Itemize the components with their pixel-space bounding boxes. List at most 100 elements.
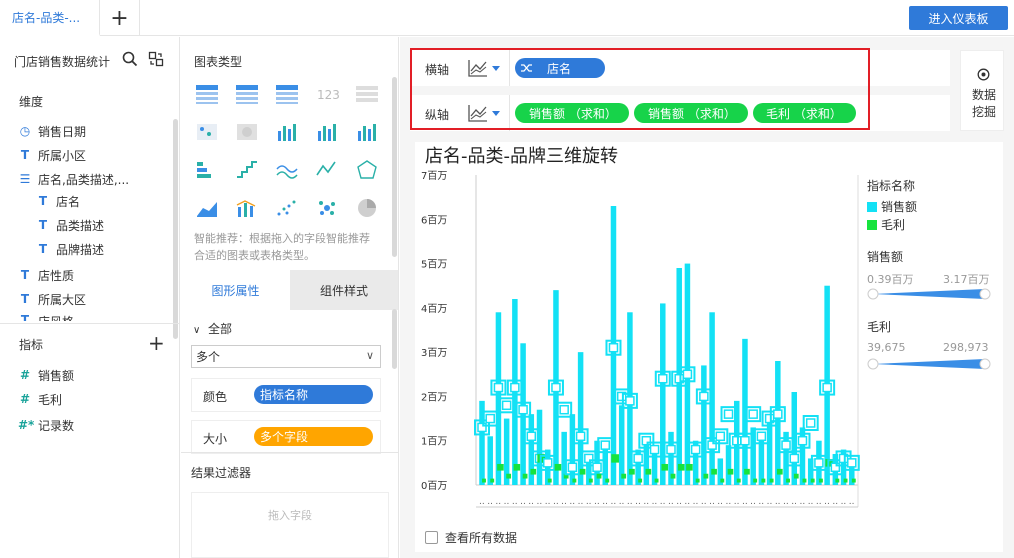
view-all-data-checkbox[interactable]: 查看所有数据: [425, 529, 517, 546]
enter-dashboard-button[interactable]: 进入仪表板: [909, 6, 1008, 30]
line-chart-icon[interactable]: [315, 159, 339, 181]
dimension-field[interactable]: T 所属大区: [18, 289, 86, 309]
profit-mark[interactable]: [547, 478, 552, 483]
bar-chart-icon[interactable]: [315, 121, 339, 143]
multi-line-icon[interactable]: [275, 159, 299, 181]
combo-chart-icon[interactable]: [235, 197, 259, 219]
sales-bar[interactable]: [487, 436, 493, 485]
dimension-field[interactable]: T 店性质: [18, 265, 74, 285]
add-measure-button[interactable]: +: [148, 331, 165, 355]
profit-mark[interactable]: [793, 473, 799, 479]
profit-mark[interactable]: [645, 468, 652, 475]
profit-mark[interactable]: [588, 478, 593, 483]
list-icon[interactable]: [355, 83, 379, 105]
profit-mark[interactable]: [727, 468, 734, 475]
tab-graphic-properties[interactable]: 图形属性: [181, 270, 290, 310]
profit-mark[interactable]: [769, 478, 774, 483]
profit-mark[interactable]: [638, 478, 643, 483]
add-tab-button[interactable]: +: [100, 0, 140, 36]
profit-mark[interactable]: [720, 478, 725, 483]
bubble-chart-icon[interactable]: [315, 197, 339, 219]
sales-bar[interactable]: [701, 365, 707, 485]
profit-mark[interactable]: [711, 468, 717, 475]
profit-mark[interactable]: [579, 468, 586, 475]
pie-chart-icon[interactable]: [355, 197, 379, 219]
dimension-scrollbar[interactable]: [173, 119, 178, 339]
sales-bar[interactable]: [725, 445, 732, 485]
step-chart-icon[interactable]: [235, 159, 259, 181]
dimension-field[interactable]: T 店名: [36, 191, 80, 211]
chart-type-scrollbar[interactable]: [392, 77, 397, 257]
grouped-bar-icon[interactable]: [275, 121, 299, 143]
size-field-pill[interactable]: 多个字段: [254, 427, 373, 446]
sales-bar[interactable]: [775, 361, 781, 485]
switch-dataset-icon[interactable]: [148, 51, 164, 67]
data-mining-button[interactable]: 数据挖掘: [960, 50, 1004, 131]
measure-field[interactable]: #* 记录数: [18, 415, 74, 435]
profit-mark[interactable]: [776, 468, 783, 475]
radar-chart-icon[interactable]: [355, 159, 379, 181]
profit-mark[interactable]: [677, 463, 685, 471]
profit-mark[interactable]: [629, 468, 635, 475]
sales-bar[interactable]: [660, 303, 666, 485]
legend-item-sales[interactable]: 销售额: [867, 198, 917, 215]
size-legend-slider-profit[interactable]: [867, 356, 991, 372]
dot-map-icon[interactable]: [195, 121, 219, 143]
profit-mark[interactable]: [835, 478, 840, 483]
profit-mark[interactable]: [843, 478, 848, 483]
profit-mark[interactable]: [654, 478, 659, 483]
crosstab-icon[interactable]: [235, 83, 259, 105]
mark-type-select[interactable]: 多个 ∨: [191, 345, 381, 368]
profit-mark[interactable]: [611, 454, 620, 463]
profit-mark[interactable]: [572, 478, 577, 483]
table-icon[interactable]: [195, 83, 219, 105]
profit-mark[interactable]: [506, 473, 512, 479]
profit-mark[interactable]: [786, 478, 790, 483]
kpi-icon[interactable]: 123: [315, 83, 340, 105]
filter-drop-zone[interactable]: 拖入字段: [191, 492, 389, 558]
profit-mark[interactable]: [818, 478, 823, 483]
sales-bar[interactable]: [536, 409, 543, 485]
stacked-bar-icon[interactable]: [195, 159, 219, 181]
dimension-field[interactable]: T 店风格: [18, 313, 74, 321]
profit-mark[interactable]: [744, 468, 750, 475]
profit-mark[interactable]: [686, 463, 693, 471]
profit-mark[interactable]: [490, 478, 495, 483]
profit-mark[interactable]: [554, 463, 562, 471]
profit-mark[interactable]: [695, 478, 700, 483]
profit-mark[interactable]: [661, 463, 669, 471]
profit-mark[interactable]: [482, 478, 486, 483]
profit-mark[interactable]: [497, 463, 504, 471]
profit-mark[interactable]: [530, 468, 537, 475]
profit-mark[interactable]: [851, 478, 856, 483]
tab-component-style[interactable]: 组件样式: [290, 270, 398, 310]
measure-field[interactable]: # 毛利: [18, 389, 62, 409]
profit-mark[interactable]: [513, 463, 521, 471]
sales-bar[interactable]: [709, 312, 715, 485]
sales-bar[interactable]: [758, 440, 765, 485]
measure-field[interactable]: # 销售额: [18, 365, 74, 385]
sales-bar[interactable]: [618, 405, 625, 485]
scatter-chart-icon[interactable]: [275, 197, 299, 219]
profit-mark[interactable]: [753, 478, 758, 483]
color-field-pill[interactable]: 指标名称: [254, 385, 373, 404]
profit-mark[interactable]: [621, 473, 627, 479]
dimension-field[interactable]: T 所属小区: [18, 145, 86, 165]
profit-mark[interactable]: [703, 473, 709, 479]
profit-mark[interactable]: [605, 478, 610, 483]
heat-map-icon[interactable]: [235, 121, 259, 143]
all-group-toggle[interactable]: ∨ 全部: [193, 320, 232, 337]
size-legend-slider-sales[interactable]: [867, 286, 991, 302]
tab-active[interactable]: 店名-品类-...: [0, 0, 100, 36]
dimension-field[interactable]: T 品牌描述: [36, 239, 104, 259]
profit-mark[interactable]: [810, 478, 815, 483]
profit-mark[interactable]: [670, 473, 676, 479]
dimension-field[interactable]: ☰ 店名,品类描述,...: [18, 169, 129, 189]
profit-mark[interactable]: [596, 473, 602, 479]
profit-mark[interactable]: [736, 478, 741, 483]
dimension-field[interactable]: T 品类描述: [36, 215, 104, 235]
property-scrollbar[interactable]: [392, 309, 397, 369]
profit-mark[interactable]: [522, 473, 528, 479]
profit-mark[interactable]: [761, 478, 766, 483]
area-chart-icon[interactable]: [195, 197, 219, 219]
